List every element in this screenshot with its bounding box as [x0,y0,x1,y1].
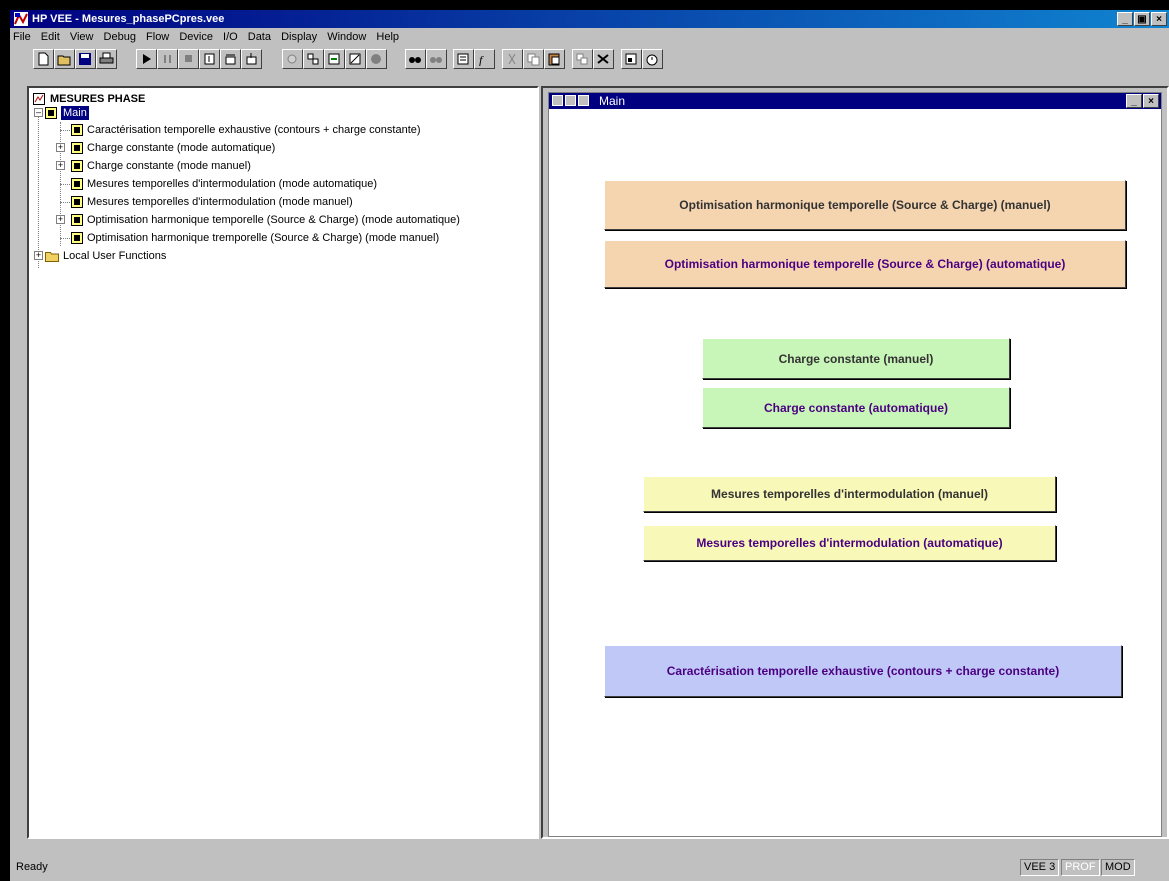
toolbar: f [10,46,1169,72]
folder-icon [45,252,59,262]
program-explorer-panel: MESURES PHASE – Main Caractérisation tem… [27,86,539,839]
run-icon[interactable] [136,49,157,69]
tree-connector [60,184,70,185]
panel-view-icon[interactable] [621,49,642,69]
minimize-icon[interactable]: _ [1117,12,1133,26]
user-object-icon [71,214,83,226]
menu-window[interactable]: Window [324,29,370,43]
step-out-icon[interactable] [241,49,262,69]
close-icon[interactable]: × [1151,12,1167,26]
expand-icon[interactable]: + [56,161,65,170]
user-function-icon [71,178,83,190]
main-window-titlebar: Main _ × [549,93,1161,109]
collapse-icon[interactable]: – [34,108,43,117]
menu-edit[interactable]: Edit [38,29,64,43]
tree-item-label: Charge constante (mode automatique) [87,142,276,154]
close-icon[interactable]: × [1143,94,1159,108]
window-title: HP VEE - Mesures_phasePCpres.vee [32,13,225,25]
panel-view-toggle-icon[interactable] [578,95,589,106]
timer-icon[interactable] [642,49,663,69]
step-over-icon[interactable] [220,49,241,69]
restore-icon[interactable]: ▣ [1134,12,1150,26]
tree-item-label: Mesures temporelles d'intermodulation (m… [87,178,378,190]
new-icon[interactable] [33,49,54,69]
tree-connector [60,238,70,239]
find-icon[interactable] [405,49,426,69]
user-function-icon [71,232,83,244]
optim-harmonique-auto-button[interactable]: Optimisation harmonique temporelle (Sour… [604,240,1126,288]
user-object-icon [45,107,57,119]
tree-item-label: Charge constante (mode manuel) [87,160,251,172]
optim-harmonique-manuel-button[interactable]: Optimisation harmonique temporelle (Sour… [604,180,1126,230]
clone-icon[interactable] [572,49,593,69]
user-function-icon [71,124,83,136]
find-again-icon[interactable] [426,49,447,69]
function-icon[interactable]: f [474,49,495,69]
status-mod: MOD [1101,859,1135,876]
delete-icon[interactable] [593,49,614,69]
menu-data[interactable]: Data [245,29,275,43]
program-icon [33,93,45,105]
status-prof: PROF [1061,859,1100,876]
main-window-icon [552,95,563,106]
copy-icon[interactable] [523,49,544,69]
menu-flow[interactable]: Flow [143,29,173,43]
tree-item-label: Mesures temporelles d'intermodulation (m… [87,196,353,208]
status-bar: Ready VEE 3 PROF MOD [10,855,1169,881]
tree-item-label: Optimisation harmonique temporelle (Sour… [87,214,460,226]
save-icon[interactable] [75,49,96,69]
menu-device[interactable]: Device [176,29,217,43]
tree-connector [60,130,70,131]
print-icon[interactable] [96,49,117,69]
menu-io[interactable]: I/O [220,29,242,43]
user-object-icon [71,160,83,172]
mesures-intermod-manuel-button[interactable]: Mesures temporelles d'intermodulation (m… [643,476,1056,512]
expand-icon[interactable]: + [56,143,65,152]
main-window-title: Main [599,94,626,108]
caracterisation-exhaustive-button[interactable]: Caractérisation temporelle exhaustive (c… [604,645,1122,697]
menu-file[interactable]: File [10,29,35,43]
menu-debug[interactable]: Debug [101,29,140,43]
user-function-icon [71,196,83,208]
mesures-intermod-auto-button[interactable]: Mesures temporelles d'intermodulation (a… [643,525,1056,561]
hp-vee-app-icon [14,12,28,26]
hand-icon[interactable] [282,49,303,69]
zoom-icon[interactable] [345,49,366,69]
menu-view[interactable]: View [67,29,98,43]
status-vee-version: VEE 3 [1020,859,1060,876]
title-bar: HP VEE - Mesures_phasePCpres.vee _ ▣ × [10,10,1169,28]
pause-icon[interactable] [157,49,178,69]
tree-connector [38,114,39,268]
step-into-icon[interactable] [199,49,220,69]
detail-view-icon[interactable] [565,95,576,106]
svg-text:f: f [479,53,484,66]
tree-item-main-label: Main [61,106,89,120]
charge-constante-manuel-button[interactable]: Charge constante (manuel) [702,338,1010,379]
tree-item-label: Optimisation harmonique tremporelle (Sou… [87,232,440,244]
tree-connector [60,202,70,203]
open-icon[interactable] [54,49,75,69]
tree-item-local-label: Local User Functions [63,250,167,262]
menu-bar: File Edit View Debug Flow Device I/O Dat… [10,29,1169,46]
cut-icon[interactable] [502,49,523,69]
clean-up-icon[interactable] [303,49,324,69]
menu-display[interactable]: Display [278,29,321,43]
stop-icon[interactable] [178,49,199,69]
minimize-icon[interactable]: _ [1126,94,1142,108]
charge-constante-auto-button[interactable]: Charge constante (automatique) [702,387,1010,428]
expand-icon[interactable]: + [56,215,65,224]
user-object-icon [71,142,83,154]
move-icon[interactable] [324,49,345,69]
menu-help[interactable]: Help [373,29,403,43]
main-window: Main _ × Optimisation harmonique tempore… [548,92,1162,837]
globe-icon[interactable] [366,49,387,69]
status-text: Ready [16,861,48,873]
properties-icon[interactable] [453,49,474,69]
paste-icon[interactable] [544,49,565,69]
expand-icon[interactable]: + [34,251,43,260]
tree-item-label: Caractérisation temporelle exhaustive (c… [87,124,421,136]
app-window: HP VEE - Mesures_phasePCpres.vee _ ▣ × F… [10,10,1169,881]
